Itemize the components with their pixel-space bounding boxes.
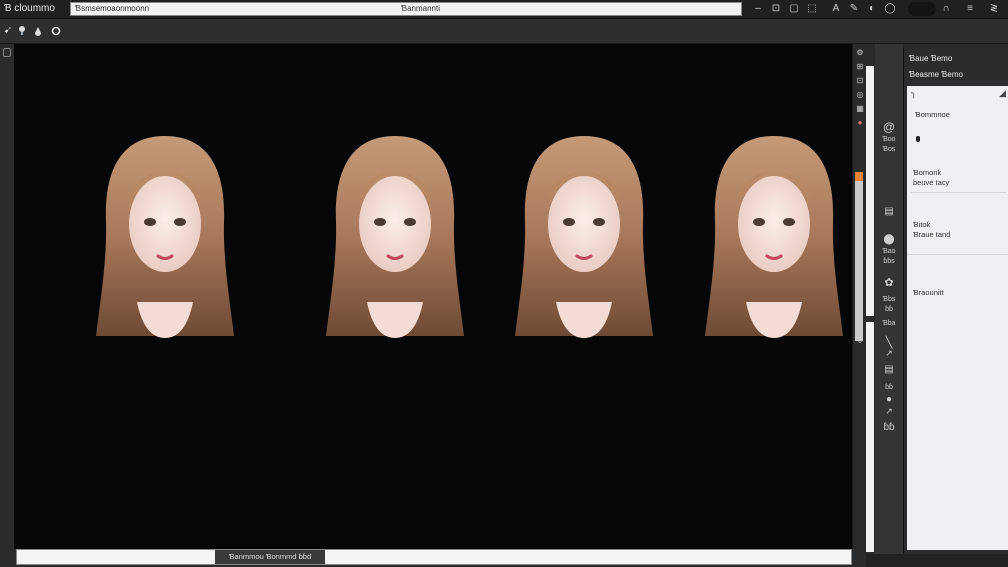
tool-label: ɓɓs bbox=[883, 258, 895, 265]
link-icon[interactable]: ⊡ bbox=[855, 76, 865, 85]
scroll-down-icon[interactable]: ⌄ bbox=[855, 336, 865, 345]
pointer-icon[interactable]: ➹ bbox=[2, 24, 14, 38]
collapse-icon[interactable]: ╮ bbox=[911, 88, 916, 99]
layout-button[interactable]: ▢ bbox=[788, 2, 800, 16]
section-label: Ɓommnoe bbox=[915, 110, 950, 119]
entry-line[interactable]: Ɓomonƙ bbox=[913, 168, 941, 177]
tool-column: @ Ɓoo Ɓos ▤ ⬤ Ɓao ɓɓs ✿ Ɓbs ɓɓ Ɓba ╲ ↗ ▤… bbox=[875, 44, 903, 554]
frame-button[interactable]: ⬚ bbox=[806, 2, 818, 16]
brush-button[interactable]: ✎ bbox=[848, 2, 860, 16]
panel-title: Ɓaue Ɓemo bbox=[909, 54, 953, 63]
pin-panel-icon[interactable]: ◢ bbox=[999, 88, 1006, 99]
left-strip bbox=[0, 44, 14, 549]
status-bar: Ɓanmmou Ɓonmmd ɓɓd bbox=[16, 549, 852, 565]
toggle-switch[interactable] bbox=[908, 2, 936, 16]
app-title: Ɓ cloummo bbox=[4, 3, 55, 14]
status-tab[interactable]: Ɓanmmou Ɓonmmd ɓɓd bbox=[215, 550, 325, 564]
document-icon[interactable]: ▤ bbox=[877, 364, 901, 375]
tool-label: Ɓbs bbox=[882, 296, 896, 303]
divider-handle[interactable] bbox=[866, 316, 874, 322]
entry-line[interactable]: beuve tacy bbox=[913, 178, 949, 187]
layers-icon[interactable]: ▤ bbox=[877, 206, 901, 217]
portrait-figure bbox=[515, 136, 653, 338]
divider bbox=[907, 254, 1008, 255]
scroll-track[interactable] bbox=[855, 181, 863, 341]
portrait-figure bbox=[96, 136, 234, 338]
grid-icon[interactable]: ▦ bbox=[855, 104, 865, 113]
stack-icon[interactable]: ɓɓ bbox=[877, 422, 901, 433]
panel-divider[interactable] bbox=[866, 66, 874, 552]
scroll-thumb[interactable] bbox=[855, 172, 863, 181]
panel-toggle-icon[interactable] bbox=[3, 48, 11, 57]
pencil-icon[interactable]: ↗ bbox=[877, 348, 901, 359]
title-bar: Ɓ cloummo Ɓsmsemoaonmoonn Ɓanmannti – ⊡ … bbox=[0, 0, 1008, 19]
properties-panel: Ɓaue Ɓemo Ɓeasme Ɓemo ╮ ◢ Ɓommnoe Ɓomonƙ… bbox=[903, 48, 1008, 554]
layer-scroll-strip[interactable]: ⚙ ⊞ ⊡ ◎ ▦ ● ⌄ bbox=[852, 44, 866, 549]
entry-line[interactable]: Ɓraounitt bbox=[913, 288, 944, 297]
minimize-button[interactable]: – bbox=[752, 2, 764, 16]
panel-subtitle: Ɓeasme Ɓemo bbox=[909, 70, 963, 79]
tool-options-bar: ➹ bbox=[0, 19, 1008, 44]
panel-body: ╮ ◢ Ɓommnoe Ɓomonƙ beuve tacy Ɓitoƙ Ɓrau… bbox=[907, 86, 1008, 550]
bottom-right-bar bbox=[866, 554, 1008, 567]
brush-icon[interactable]: ⬤ bbox=[877, 234, 901, 245]
drop-icon[interactable] bbox=[32, 24, 44, 38]
image-canvas[interactable] bbox=[14, 44, 852, 549]
tool-label: Ɓoo bbox=[882, 136, 896, 143]
record-icon[interactable]: ● bbox=[855, 118, 865, 127]
lock-icon[interactable]: ◎ bbox=[855, 90, 865, 99]
document-name: Ɓanmannti bbox=[401, 4, 440, 13]
spiral-icon[interactable]: @ bbox=[877, 120, 901, 134]
entry-line[interactable]: Ɓraue tand bbox=[913, 230, 950, 239]
portrait-figure bbox=[705, 136, 843, 338]
portrait-figure bbox=[326, 136, 464, 338]
bullet-icon bbox=[916, 136, 920, 142]
file-path-value: Ɓsmsemoaonmoonn bbox=[75, 4, 150, 13]
dot-icon[interactable]: ● bbox=[877, 394, 901, 405]
menu-button[interactable]: ≡ bbox=[964, 2, 976, 16]
restore-button[interactable]: ⊡ bbox=[770, 2, 782, 16]
tool-label: Ɓba bbox=[882, 320, 896, 327]
file-path-field[interactable]: Ɓsmsemoaonmoonn Ɓanmannti bbox=[70, 2, 742, 16]
tool-label: ɓɓ bbox=[885, 306, 893, 313]
expand-button[interactable]: ≷ bbox=[984, 2, 1004, 16]
entry-line[interactable]: Ɓitoƙ bbox=[913, 220, 930, 229]
pin-icon[interactable] bbox=[16, 24, 28, 38]
contrast-button[interactable]: ◐ bbox=[866, 2, 878, 16]
move-icon[interactable]: ⊞ bbox=[855, 62, 865, 71]
tool-label: Ɓos bbox=[882, 146, 896, 153]
tool-label: Ɓao bbox=[882, 248, 896, 255]
needle-icon[interactable]: ↗ bbox=[877, 406, 901, 417]
palette-icon[interactable]: ✿ bbox=[877, 276, 901, 289]
tool-label: ɓɓ bbox=[885, 384, 893, 391]
text-tool-button[interactable]: A bbox=[830, 2, 842, 16]
circle-button[interactable]: ◯ bbox=[884, 2, 896, 16]
settings-icon[interactable]: ⚙ bbox=[855, 48, 865, 57]
refresh-icon[interactable] bbox=[50, 24, 62, 38]
arch-button[interactable]: ∩ bbox=[940, 2, 952, 16]
divider bbox=[911, 192, 1007, 193]
